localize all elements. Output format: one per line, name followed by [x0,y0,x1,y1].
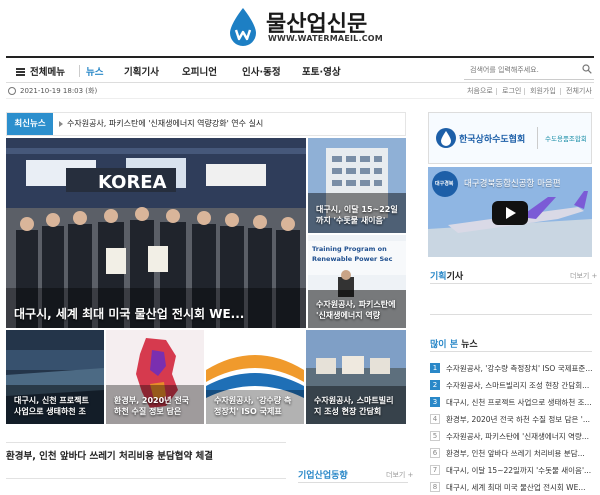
rank-number: 8 [430,482,440,492]
popular-item-title[interactable]: 수자원공사, 스마트빌리지 조성 현장 간담회... [446,380,592,391]
lower-headline[interactable]: 환경부, 인천 앞바다 쓰레기 처리비용 분담협약 체결 [6,448,213,462]
popular-item[interactable]: 1 수자원공사, '강수량 측정장치' ISO 국제표준... [430,362,592,374]
side-story-tile[interactable]: Training Program on Renewable Power Sec … [308,235,406,328]
link-home[interactable]: 처음으로 [467,86,493,96]
arrow-right-icon [59,121,63,127]
breaking-news-label: 최신뉴스 [7,113,53,135]
water-drop-logo-icon[interactable] [228,8,258,46]
side-story-caption[interactable]: 대구시, 이달 15~22일까지 '수돗물 새이음' [316,205,400,227]
link-login[interactable]: 로그인 [502,86,521,96]
svg-text:Renewable Power Sec: Renewable Power Sec [312,255,393,263]
play-button[interactable] [492,201,528,225]
popular-item-title[interactable]: 수자원공사, 파키스탄에 '신재생에너지 역량... [446,431,592,442]
planning-title-suffix: 기사 [446,272,464,282]
play-icon [506,207,516,219]
ad1-text: 한국상하수도협회 [459,135,526,145]
rank-number: 2 [430,380,440,390]
util-divider [560,88,561,95]
rank-number: 1 [430,363,440,373]
date-bar: 2021-10-19 18:03 (화) 처음으로 로그인 회원가입 전체기사 [6,85,594,99]
section-divider [430,283,592,284]
ad1-sub-text: 수도용품조합회 [545,135,587,143]
breaking-news-bar: 최신뉴스 수자원공사, 파키스탄에 '신재생에너지 역량강화' 연수 실시 [6,112,406,136]
popular-item-title[interactable]: 대구시, 세계 최대 미국 물산업 전시회 WE... [446,482,592,493]
clock-icon [8,87,16,95]
popular-title-suffix: 뉴스 [457,340,478,350]
section-divider [430,351,592,352]
nav-item-opinion[interactable]: 오피니언 [182,64,217,78]
side-story-caption[interactable]: 수자원공사, 파키스탄에 '신재생에너지 역량 [316,300,400,322]
link-all-articles[interactable]: 전체기사 [566,86,592,96]
bottom-story-tile[interactable]: 수자원공사, 스마트빌리지 조성 현장 간담회 [306,330,406,424]
popular-title-prefix: 많이 본 [430,340,458,350]
corporate-section-title[interactable]: 기업산업동향 [298,468,348,481]
nav-divider [79,65,80,77]
all-menu-label: 전체메뉴 [30,67,65,78]
util-divider [496,88,497,95]
popular-item[interactable]: 4 환경부, 2020년 전국 하천 수질 정보 담은 '... [430,413,592,425]
planning-more-link[interactable]: 더보기 + [570,271,597,281]
ad-divider [537,127,538,149]
section-divider [430,314,592,315]
ad-banner-water-association[interactable]: 한국상하수도협회 수도용품조합회 [428,112,592,164]
hamburger-icon [16,68,25,76]
svg-text:Training Program on: Training Program on [312,245,387,253]
bottom-story-tile[interactable]: 환경부, 2020년 전국 하천 수질 정보 담은 [106,330,204,424]
section-divider [6,478,286,479]
breaking-news-headline[interactable]: 수자원공사, 파키스탄에 '신재생에너지 역량강화' 연수 실시 [67,118,263,129]
rank-number: 7 [430,465,440,475]
site-url: WWW.WATERMAEIL.COM [268,34,383,43]
bottom-story-caption[interactable]: 대구시, 신천 프로젝트 사업으로 생태하천 조 [14,396,98,418]
bottom-story-caption[interactable]: 수자원공사, '강수량 측정장치' ISO 국제표 [214,396,298,418]
ad2-badge: 대구경북 [435,181,454,187]
util-divider [524,88,525,95]
popular-item[interactable]: 8 대구시, 세계 최대 미국 물산업 전시회 WE... [430,481,592,493]
rank-number: 4 [430,414,440,424]
popular-item[interactable]: 3 대구시, 신천 프로젝트 사업으로 생태하천 조... [430,396,592,408]
popular-item-title[interactable]: 환경부, 인천 앞바다 쓰레기 처리비용 분담... [446,448,592,459]
nav-item-personnel[interactable]: 인사·동정 [242,64,281,78]
planning-title-prefix: 기획 [430,272,447,282]
section-divider [298,482,408,483]
main-nav: 전체메뉴 뉴스 기획기사 오피니언 인사·동정 포토·영상 [6,56,594,83]
site-header: 물산업신문 WWW.WATERMAEIL.COM [0,0,600,55]
bottom-story-caption[interactable]: 환경부, 2020년 전국 하천 수질 정보 담은 [114,396,198,418]
planning-section-title[interactable]: 기획기사 [430,269,463,282]
popular-item[interactable]: 5 수자원공사, 파키스탄에 '신재생에너지 역량... [430,430,592,442]
popular-item-title[interactable]: 환경부, 2020년 전국 하천 수질 정보 담은 '... [446,414,592,425]
rank-number: 5 [430,431,440,441]
nav-item-photo-video[interactable]: 포토·영상 [302,64,341,78]
all-menu-button[interactable]: 전체메뉴 [16,64,65,78]
current-date: 2021-10-19 18:03 (화) [20,87,98,95]
popular-item[interactable]: 2 수자원공사, 스마트빌리지 조성 현장 간담회... [430,379,592,391]
nav-item-planning[interactable]: 기획기사 [124,64,159,78]
main-story-tile[interactable]: KOREA 대구시, 세계 최대 미국 물산업 전시회 WE... [6,138,306,328]
rank-number: 3 [430,397,440,407]
main-story-photo: KOREA [6,138,306,328]
bottom-story-tile[interactable]: 수자원공사, '강수량 측정장치' ISO 국제표 [206,330,304,424]
video-ad-airport[interactable]: 대구경북 대구경북동합신공항 마음편 [428,167,592,257]
popular-item-title[interactable]: 수자원공사, '강수량 측정장치' ISO 국제표준... [446,363,592,374]
search-icon[interactable] [582,64,592,74]
link-signup[interactable]: 회원가입 [530,86,556,96]
popular-section-title: 많이 본 뉴스 [430,337,478,350]
corporate-more-link[interactable]: 더보기 + [386,470,413,480]
bottom-story-tile[interactable]: 대구시, 신천 프로젝트 사업으로 생태하천 조 [6,330,104,424]
popular-item[interactable]: 6 환경부, 인천 앞바다 쓰레기 처리비용 분담... [430,447,592,459]
rank-number: 6 [430,448,440,458]
section-divider [6,442,286,443]
association-logo-icon [436,128,456,148]
main-story-caption[interactable]: 대구시, 세계 최대 미국 물산업 전시회 WE... [14,306,300,322]
popular-item-title[interactable]: 대구시, 이달 15~22일까지 '수돗물 새이음'... [446,465,592,476]
popular-item-title[interactable]: 대구시, 신천 프로젝트 사업으로 생태하천 조... [446,397,592,408]
search-input[interactable] [464,62,572,78]
side-story-tile[interactable]: 대구시, 이달 15~22일까지 '수돗물 새이음' [308,138,406,233]
popular-item[interactable]: 7 대구시, 이달 15~22일까지 '수돗물 새이음'... [430,464,592,476]
korea-sign: KOREA [98,172,167,193]
search-box [464,62,594,80]
nav-item-news[interactable]: 뉴스 [86,64,103,78]
bottom-story-caption[interactable]: 수자원공사, 스마트빌리지 조성 현장 간담회 [314,396,400,418]
ad2-text: 대구경북동합신공항 마음편 [464,179,561,189]
